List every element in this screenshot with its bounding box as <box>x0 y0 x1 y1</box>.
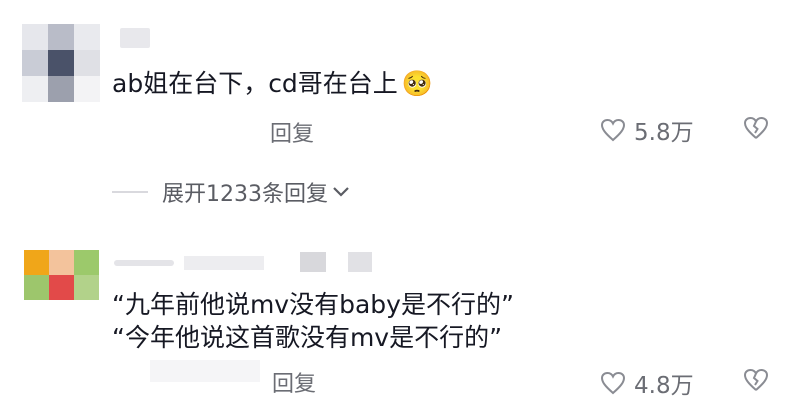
expand-replies-button[interactable]: 展开1233条回复 <box>112 176 350 208</box>
reply-button[interactable]: 回复 <box>270 116 314 148</box>
like-count: 4.8万 <box>634 373 694 399</box>
avatar[interactable] <box>24 250 99 300</box>
heart-outline-icon <box>600 118 626 142</box>
divider-line <box>112 191 148 193</box>
like-button[interactable]: 4.8万 <box>600 366 694 400</box>
reply-button[interactable]: 回复 <box>272 366 316 398</box>
like-button[interactable]: 5.8万 <box>600 113 694 147</box>
username-blurred[interactable] <box>120 28 150 48</box>
broken-heart-outline-icon[interactable] <box>742 116 770 140</box>
emoji-icon: 🥺 <box>401 69 433 98</box>
comment-text: ab姐在台下，cd哥在台上 🥺 <box>112 64 433 100</box>
avatar[interactable] <box>22 24 100 102</box>
username-blurred[interactable] <box>114 252 384 274</box>
like-count: 5.8万 <box>634 120 694 146</box>
broken-heart-outline-icon[interactable] <box>742 368 770 392</box>
chevron-down-icon <box>333 187 349 197</box>
comment-text-line-2: “今年他说这首歌没有mv是不行的” <box>112 323 503 352</box>
heart-outline-icon <box>600 371 626 395</box>
blurred-strip <box>150 360 260 382</box>
comment-body: ab姐在台下，cd哥在台上 <box>112 69 398 98</box>
expand-replies-label: 展开1233条回复 <box>162 182 328 207</box>
comment-text-line-1: “九年前他说mv没有baby是不行的” <box>112 290 514 319</box>
